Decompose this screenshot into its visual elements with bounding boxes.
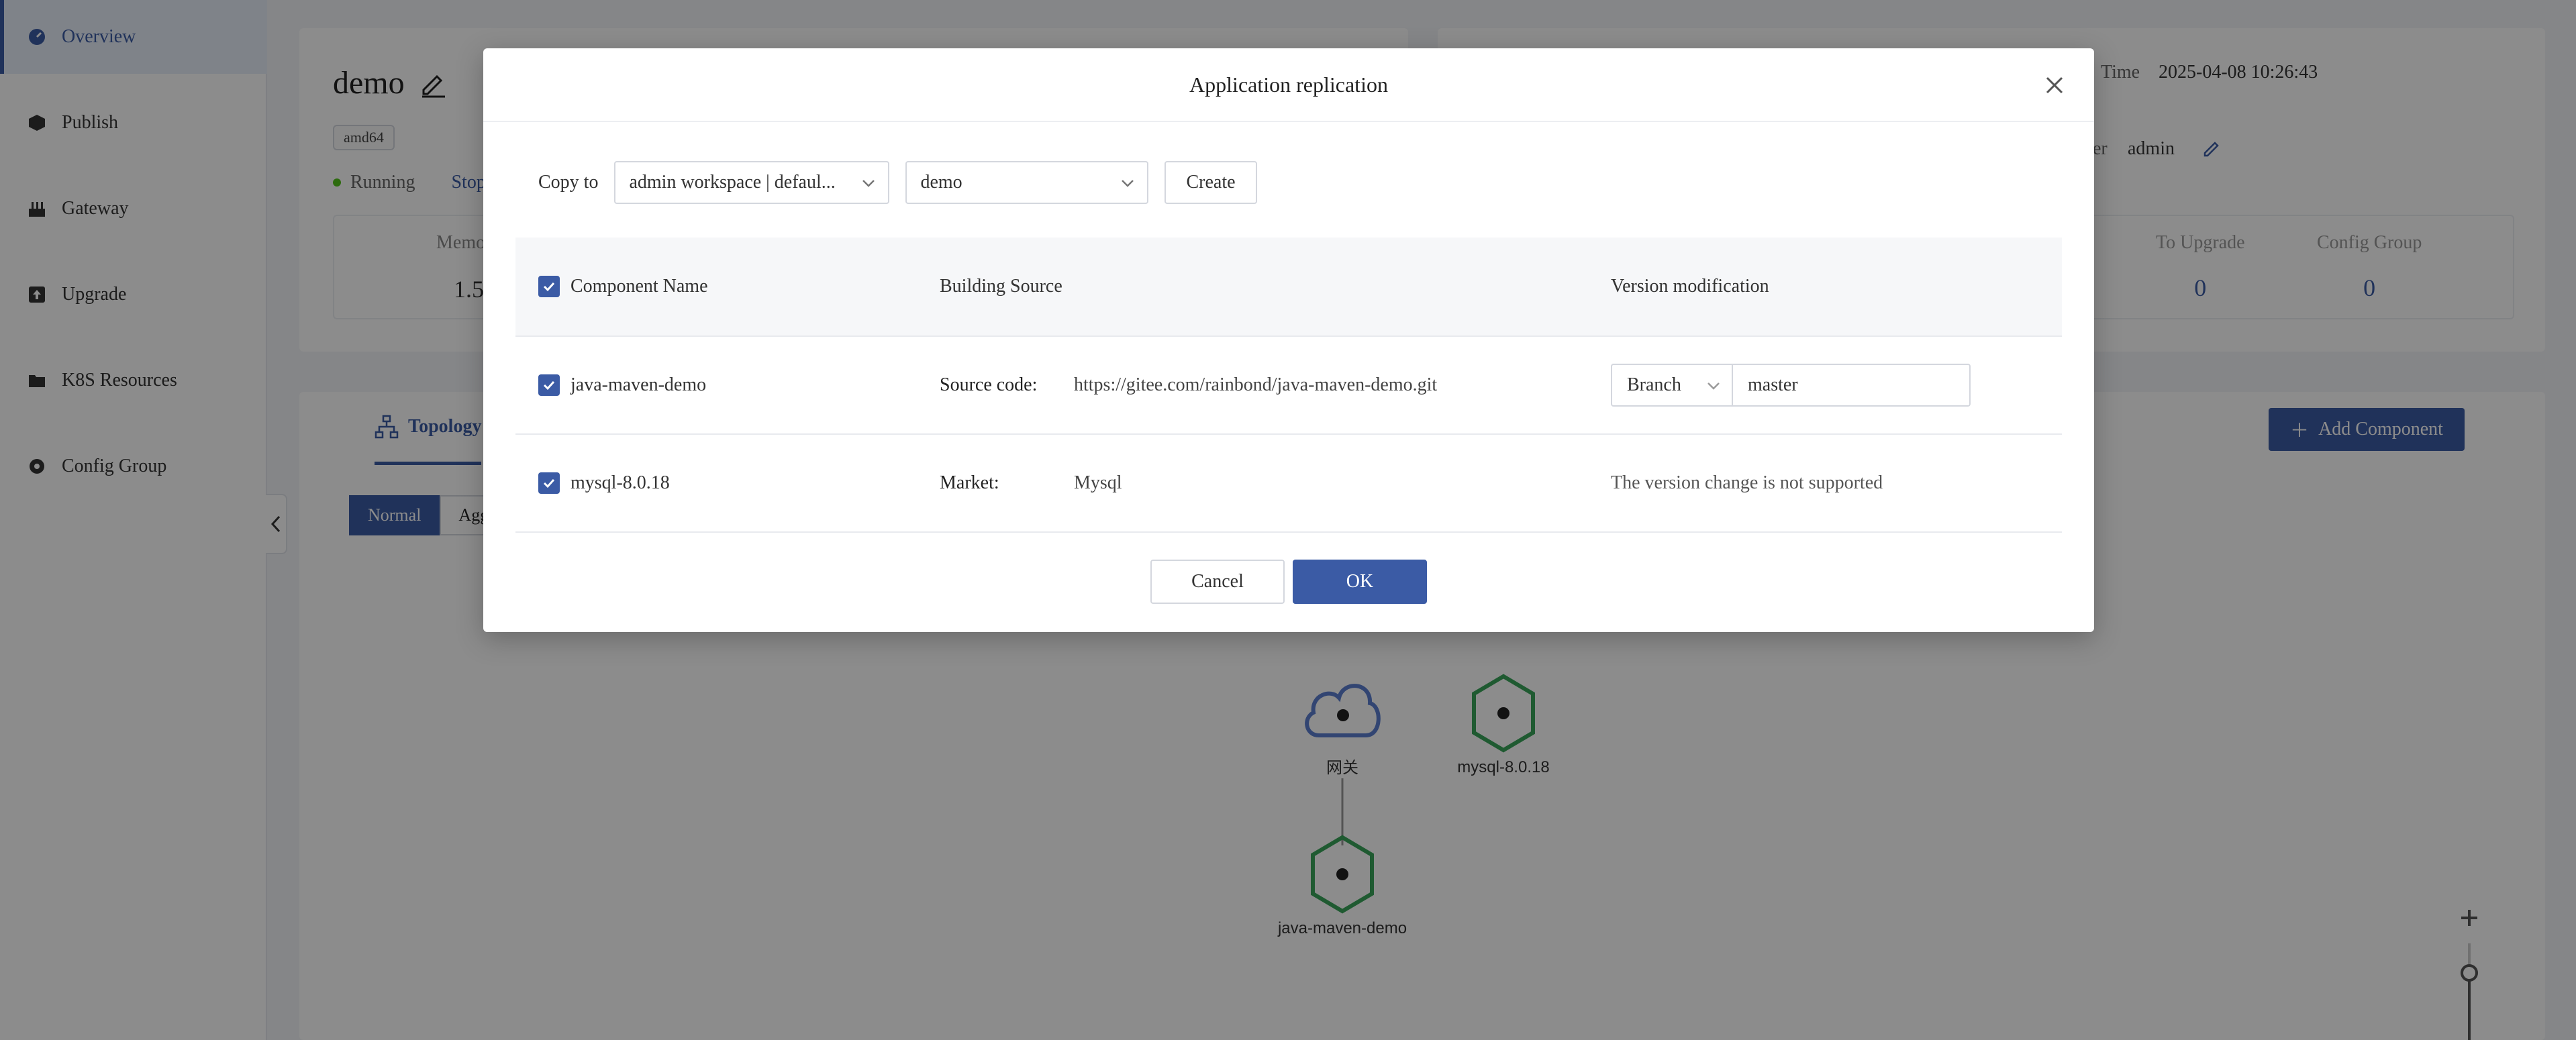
dialog-header: Application replication	[483, 48, 2094, 122]
dialog-footer: Cancel OK	[483, 560, 2094, 604]
workspace-select-value: admin workspace | defaul...	[629, 172, 836, 193]
close-button[interactable]	[2040, 71, 2069, 99]
version-value-input[interactable]	[1733, 364, 1971, 407]
check-icon	[543, 282, 555, 292]
table-header: Component Name Building Source Version m…	[515, 238, 2062, 337]
copy-to-label: Copy to	[538, 172, 599, 193]
source-value: https://gitee.com/rainbond/java-maven-de…	[1074, 374, 1438, 395]
table-row: java-maven-demo Source code: https://git…	[515, 337, 2062, 435]
row-checkbox[interactable]	[538, 472, 560, 494]
header-building-source: Building Source	[940, 276, 1062, 297]
ok-button[interactable]: OK	[1293, 560, 1427, 604]
chevron-down-icon	[862, 180, 875, 187]
component-table: Component Name Building Source Version m…	[515, 238, 2062, 533]
dialog-title: Application replication	[1189, 72, 1388, 97]
application-replication-dialog: Application replication Copy to admin wo…	[483, 48, 2094, 632]
component-name-cell: mysql-8.0.18	[538, 435, 670, 531]
source-label: Market:	[940, 472, 999, 493]
component-name: java-maven-demo	[571, 374, 707, 395]
chevron-down-icon	[1122, 180, 1134, 187]
header-component-name: Component Name	[538, 238, 708, 335]
building-source-cell: Source code: https://gitee.com/rainbond/…	[940, 337, 1437, 433]
source-label: Source code:	[940, 374, 1038, 395]
select-all-checkbox[interactable]	[538, 276, 560, 297]
component-name: mysql-8.0.18	[571, 472, 670, 493]
check-icon	[543, 478, 555, 488]
check-icon	[543, 380, 555, 391]
header-version-modification: Version modification	[1611, 276, 1769, 297]
version-modification-cell: Branch	[1611, 337, 1971, 433]
close-icon	[2046, 76, 2063, 94]
version-modification-cell: The version change is not supported	[1611, 435, 1883, 531]
application-select-value: demo	[920, 172, 962, 193]
application-select[interactable]: demo	[905, 161, 1149, 204]
version-unsupported-note: The version change is not supported	[1611, 472, 1883, 493]
workspace-select[interactable]: admin workspace | defaul...	[614, 161, 890, 204]
version-type-value: Branch	[1627, 374, 1681, 395]
row-checkbox[interactable]	[538, 374, 560, 396]
cancel-button[interactable]: Cancel	[1150, 560, 1285, 604]
component-name-cell: java-maven-demo	[538, 337, 706, 433]
source-value: Mysql	[1074, 472, 1122, 493]
chevron-down-icon	[1707, 382, 1720, 390]
copy-to-row: Copy to admin workspace | defaul... demo…	[538, 160, 1257, 205]
header-label: Component Name	[571, 276, 708, 297]
building-source-cell: Market: Mysql	[940, 435, 1122, 531]
create-button[interactable]: Create	[1165, 161, 1257, 204]
table-row: mysql-8.0.18 Market: Mysql The version c…	[515, 435, 2062, 533]
version-type-select[interactable]: Branch	[1611, 364, 1733, 407]
